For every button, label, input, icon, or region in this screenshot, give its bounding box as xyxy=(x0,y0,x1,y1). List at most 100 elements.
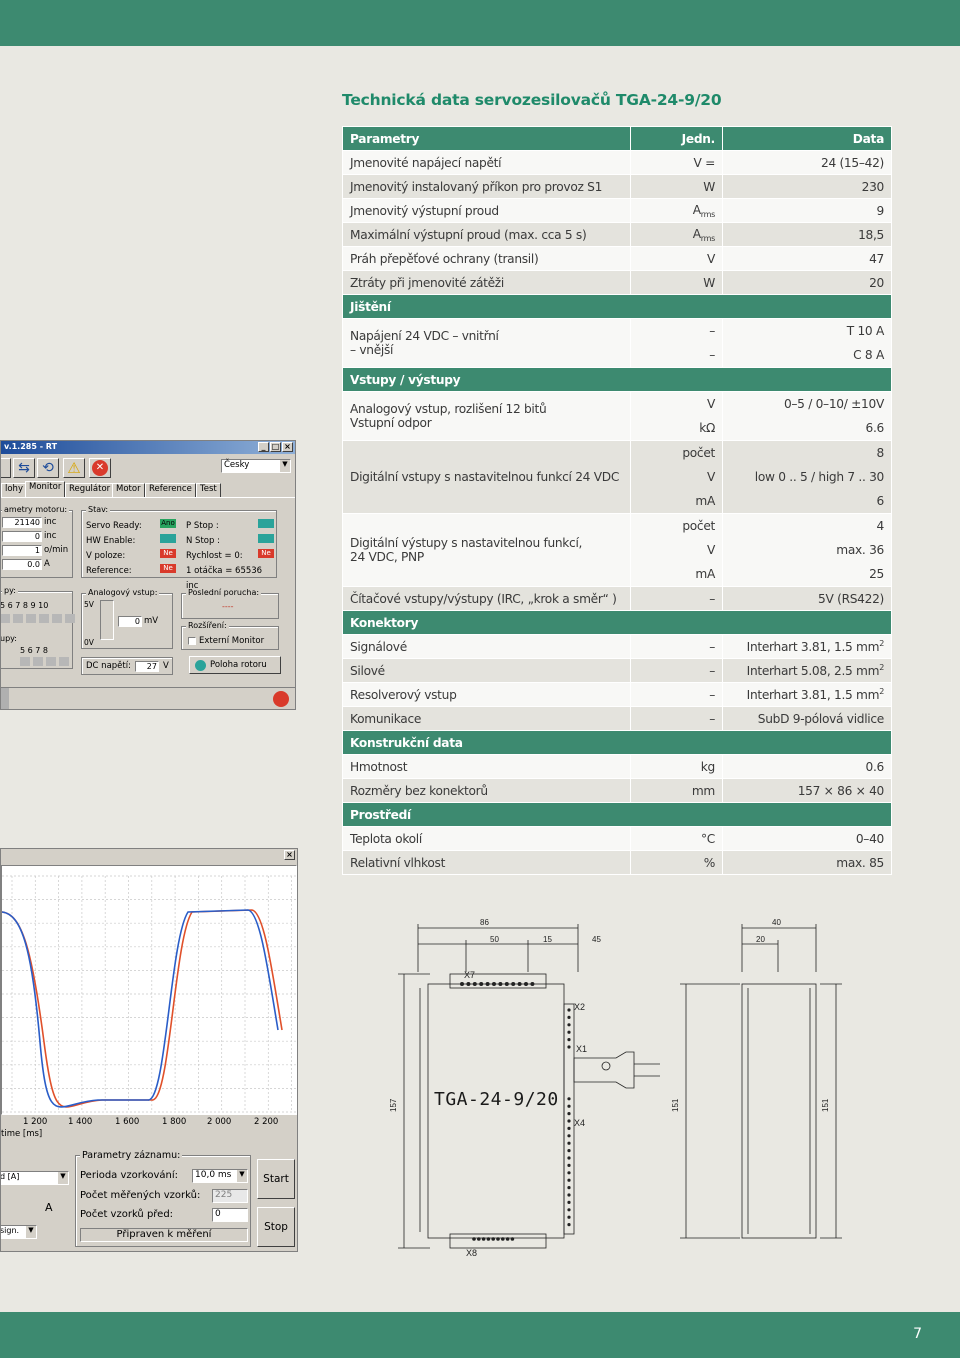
analog-bar xyxy=(100,600,114,640)
status-led: Ano xyxy=(160,519,176,528)
row-param: Analogový vstup, rozlišení 12 bitů Vstup… xyxy=(342,391,631,441)
language-select[interactable]: Česky ▼ xyxy=(221,459,291,473)
count-input[interactable]: 225 xyxy=(212,1189,248,1203)
connector-pin xyxy=(567,1149,571,1153)
connector-pin xyxy=(485,982,490,986)
start-button[interactable]: Start xyxy=(257,1159,295,1199)
param-unit: o/min xyxy=(44,545,69,555)
row-param: Jmenovitý instalovaný příkon pro provoz … xyxy=(342,174,631,199)
outputs-label: upy: xyxy=(0,634,17,643)
tab-regulator[interactable]: Regulátor xyxy=(65,483,115,497)
external-monitor-checkbox[interactable] xyxy=(188,637,196,645)
maximize-icon[interactable]: □ xyxy=(270,442,281,452)
connector-pin xyxy=(567,1045,571,1049)
x-tick: 1 400 xyxy=(68,1117,93,1127)
header-value: Data xyxy=(722,126,892,151)
tab-reference[interactable]: Reference xyxy=(145,483,196,497)
row-param: Ztráty při jmenovité zátěži xyxy=(342,270,631,295)
analog-unit: mV xyxy=(144,616,159,626)
connector-pin xyxy=(567,1038,571,1042)
row-unit: počet VmA xyxy=(630,513,723,587)
x-tick: 1 800 xyxy=(162,1117,187,1127)
connector-pin xyxy=(567,1156,571,1160)
connector-pin xyxy=(517,982,522,986)
refresh-icon[interactable]: ⟲ xyxy=(37,458,59,478)
tab-motor[interactable]: Motor xyxy=(112,483,145,497)
close-icon[interactable]: × xyxy=(284,850,295,860)
connect-icon[interactable]: ⇆ xyxy=(13,458,35,478)
top-band xyxy=(0,0,960,46)
row-unit: V xyxy=(630,246,723,271)
tab-divider xyxy=(1,497,295,498)
connector-pin xyxy=(567,1178,571,1182)
connector-pin xyxy=(567,1126,571,1130)
close-icon[interactable]: × xyxy=(282,442,293,452)
section-header: Jištění xyxy=(342,294,892,319)
status-label: Reference: xyxy=(86,566,132,576)
stop-icon[interactable]: ✕ xyxy=(89,458,111,478)
connector-pin xyxy=(567,1097,571,1101)
pre-input[interactable]: 0 xyxy=(212,1208,248,1222)
page-title: Technická data servozesilovačů TGA-24-9/… xyxy=(342,91,722,109)
table-row: Relativní vlhkost % max. 85 xyxy=(342,850,892,875)
row-unit: – xyxy=(630,682,723,707)
connector-pin xyxy=(496,1237,500,1241)
row-value: 47 xyxy=(722,246,892,271)
connector-pin xyxy=(567,1193,571,1197)
tab-monitor[interactable]: Monitor xyxy=(25,481,66,497)
group-label: Stav: xyxy=(86,505,111,514)
sign-select[interactable]: sign. ▼ xyxy=(1,1225,37,1239)
dc-label: DC napětí: xyxy=(86,661,131,671)
param-unit: inc xyxy=(44,531,57,541)
table-row: Jmenovité napájecí napětí V = 24 (15–42) xyxy=(342,150,892,175)
stop-button[interactable]: Stop xyxy=(257,1207,295,1247)
fault-group: Poslední porucha: ---- xyxy=(181,588,279,619)
row-value: 24 (15–42) xyxy=(722,150,892,175)
connector-label: X2 xyxy=(574,1002,585,1012)
dim-label: 40 xyxy=(772,918,781,927)
period-select[interactable]: 10,0 ms ▼ xyxy=(192,1169,248,1183)
tab-test[interactable]: Test xyxy=(196,483,221,497)
toolbar-button[interactable] xyxy=(1,458,11,478)
connector-pin xyxy=(481,1237,486,1241)
ready-status: Připraven k měření xyxy=(80,1228,248,1242)
group-label: ametry motoru: xyxy=(2,505,70,514)
warning-icon[interactable]: ⚠ xyxy=(63,458,85,478)
record-panel: d [A] ▼ A sign. ▼ Parametry záznamu: Perio… xyxy=(1,1149,297,1251)
io-group: py: 5 6 7 8 9 10 upy: 5 6 7 8 xyxy=(0,586,75,669)
section-environment: Prostředí xyxy=(342,802,892,827)
connector-label: X7 xyxy=(464,970,475,980)
record-params-group: Parametry záznamu: Perioda vzorkování: 1… xyxy=(75,1150,251,1247)
row-unit: kg xyxy=(630,754,723,779)
scope-chart xyxy=(1,875,297,1113)
toolbar: ⇆ ⟲ ⚠ ✕ Česky ▼ xyxy=(1,457,295,481)
row-value: 5V (RS422) xyxy=(722,586,892,611)
param-unit: inc xyxy=(44,517,57,527)
left-edge-panel xyxy=(1,688,9,709)
rotor-icon xyxy=(195,659,206,671)
dc-voltage-group: DC napětí: 27 V xyxy=(81,657,173,675)
connector-pin xyxy=(567,1030,571,1034)
row-param: Komunikace xyxy=(342,706,631,731)
window-title: v.1.285 - RT xyxy=(4,442,58,451)
minimize-icon[interactable]: _ xyxy=(258,442,269,452)
dim-label: 15 xyxy=(543,935,552,944)
dim-label: 86 xyxy=(480,918,489,927)
analog-top: 5V xyxy=(84,600,94,609)
connector-pins xyxy=(460,982,571,1241)
channel-select[interactable]: d [A] ▼ xyxy=(1,1171,69,1185)
fault-value: ---- xyxy=(222,602,234,611)
row-param: Relativní vlhkost xyxy=(342,850,631,875)
table-row: Teplota okolí °C 0–40 xyxy=(342,826,892,851)
tab-ulohy[interactable]: lohy xyxy=(1,483,27,497)
page-number: 7 xyxy=(913,1326,922,1342)
param-unit: A xyxy=(44,559,50,569)
status-led: Ne xyxy=(258,549,274,558)
group-label: Poslední porucha: xyxy=(186,588,262,597)
table-row: Digitální vstupy s nastavitelnou funkcí … xyxy=(342,440,892,514)
dc-unit: V xyxy=(162,661,169,671)
row-value: 157 × 86 × 40 xyxy=(722,778,892,803)
section-header: Konektory xyxy=(342,610,892,635)
row-value: 0–5 / 0–10/ ±10V 6.6 xyxy=(722,391,892,441)
rotor-position-button[interactable]: Poloha rotoru xyxy=(189,656,281,674)
